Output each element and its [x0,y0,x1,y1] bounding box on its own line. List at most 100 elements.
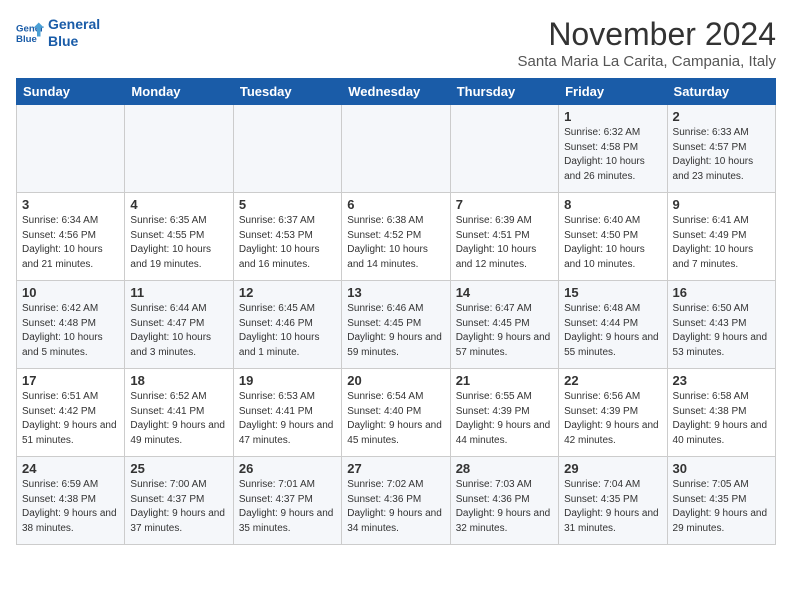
calendar-cell [342,105,450,193]
calendar-cell: 21Sunrise: 6:55 AM Sunset: 4:39 PM Dayli… [450,369,558,457]
day-number: 11 [130,285,227,300]
day-number: 15 [564,285,661,300]
calendar-cell: 8 Sunrise: 6:40 AM Sunset: 4:50 PM Daylig… [559,193,667,281]
day-info: Sunrise: 6:54 AM Sunset: 4:40 PM Dayligh… [347,390,444,448]
calendar-cell: 13 Sunrise: 6:46 AM Sunset: 4:45 PM Dayli… [342,281,450,369]
day-info: Sunrise: 6:53 AM Sunset: 4:41 PM Dayligh… [239,390,336,448]
calendar-cell: 29 Sunrise: 7:04 AM Sunset: 4:35 PM Dayli… [559,457,667,545]
weekday-header-sunday: Sunday [17,79,125,105]
logo-line2: Blue [48,33,78,49]
weekday-header-tuesday: Tuesday [233,79,341,105]
day-info: Sunrise: 6:48 AM Sunset: 4:44 PM Dayligh… [564,302,661,360]
day-number: 23 [673,373,770,388]
day-number: 8 [564,197,661,212]
day-info: Sunrise: 6:45 AM Sunset: 4:46 PM Dayligh… [239,302,336,360]
week-row-2: 10 Sunrise: 6:42 AM Sunset: 4:48 PM Dayli… [17,281,776,369]
calendar-cell: 25 Sunrise: 7:00 AM Sunset: 4:37 PM Dayli… [125,457,233,545]
logo-icon: General Blue [16,19,44,47]
calendar-cell: 16Sunrise: 6:50 AM Sunset: 4:43 PM Dayli… [667,281,775,369]
day-number: 22 [564,373,661,388]
day-number: 1 [564,109,661,124]
day-number: 28 [456,461,553,476]
day-info: Sunrise: 6:34 AM Sunset: 4:56 PM Dayligh… [22,214,119,272]
day-info: Sunrise: 6:33 AM Sunset: 4:57 PM Dayligh… [673,126,770,184]
calendar-cell [125,105,233,193]
day-info: Sunrise: 6:56 AM Sunset: 4:39 PM Dayligh… [564,390,661,448]
day-number: 24 [22,461,119,476]
day-info: Sunrise: 6:37 AM Sunset: 4:53 PM Dayligh… [239,214,336,272]
day-info: Sunrise: 6:41 AM Sunset: 4:49 PM Dayligh… [673,214,770,272]
calendar-cell: 3 Sunrise: 6:34 AM Sunset: 4:56 PM Daylig… [17,193,125,281]
calendar-cell: 24 Sunrise: 6:59 AM Sunset: 4:38 PM Dayli… [17,457,125,545]
calendar-cell [233,105,341,193]
calendar-cell: 20 Sunrise: 6:54 AM Sunset: 4:40 PM Dayli… [342,369,450,457]
day-info: Sunrise: 6:59 AM Sunset: 4:38 PM Dayligh… [22,478,119,536]
weekday-header-friday: Friday [559,79,667,105]
calendar-cell: 9Sunrise: 6:41 AM Sunset: 4:49 PM Daylig… [667,193,775,281]
day-number: 14 [456,285,553,300]
day-number: 19 [239,373,336,388]
day-info: Sunrise: 6:35 AM Sunset: 4:55 PM Dayligh… [130,214,227,272]
day-number: 26 [239,461,336,476]
weekday-header-row: SundayMondayTuesdayWednesdayThursdayFrid… [17,79,776,105]
day-number: 6 [347,197,444,212]
weekday-header-saturday: Saturday [667,79,775,105]
day-info: Sunrise: 6:46 AM Sunset: 4:45 PM Dayligh… [347,302,444,360]
day-number: 5 [239,197,336,212]
day-info: Sunrise: 6:40 AM Sunset: 4:50 PM Dayligh… [564,214,661,272]
calendar-cell: 12 Sunrise: 6:45 AM Sunset: 4:46 PM Dayli… [233,281,341,369]
logo: General Blue General Blue [16,16,100,50]
day-number: 30 [673,461,770,476]
day-info: Sunrise: 6:55 AM Sunset: 4:39 PM Dayligh… [456,390,553,448]
day-number: 3 [22,197,119,212]
day-info: Sunrise: 6:44 AM Sunset: 4:47 PM Dayligh… [130,302,227,360]
calendar-cell: 17Sunrise: 6:51 AM Sunset: 4:42 PM Dayli… [17,369,125,457]
day-info: Sunrise: 7:04 AM Sunset: 4:35 PM Dayligh… [564,478,661,536]
calendar-cell: 23 Sunrise: 6:58 AM Sunset: 4:38 PM Dayli… [667,369,775,457]
calendar-cell: 7Sunrise: 6:39 AM Sunset: 4:51 PM Daylig… [450,193,558,281]
calendar-cell: 2 Sunrise: 6:33 AM Sunset: 4:57 PM Daylig… [667,105,775,193]
day-info: Sunrise: 7:01 AM Sunset: 4:37 PM Dayligh… [239,478,336,536]
day-number: 29 [564,461,661,476]
day-number: 16 [673,285,770,300]
day-info: Sunrise: 7:02 AM Sunset: 4:36 PM Dayligh… [347,478,444,536]
week-row-1: 3 Sunrise: 6:34 AM Sunset: 4:56 PM Daylig… [17,193,776,281]
day-number: 2 [673,109,770,124]
calendar-cell: 19 Sunrise: 6:53 AM Sunset: 4:41 PM Dayli… [233,369,341,457]
day-number: 13 [347,285,444,300]
day-info: Sunrise: 6:47 AM Sunset: 4:45 PM Dayligh… [456,302,553,360]
day-number: 20 [347,373,444,388]
day-info: Sunrise: 6:58 AM Sunset: 4:38 PM Dayligh… [673,390,770,448]
title-area: November 2024 Santa Maria La Carita, Cam… [518,16,776,70]
day-info: Sunrise: 6:52 AM Sunset: 4:41 PM Dayligh… [130,390,227,448]
day-number: 25 [130,461,227,476]
week-row-4: 24 Sunrise: 6:59 AM Sunset: 4:38 PM Dayli… [17,457,776,545]
calendar-cell [17,105,125,193]
calendar-cell: 1 Sunrise: 6:32 AM Sunset: 4:58 PM Daylig… [559,105,667,193]
calendar-cell: 28Sunrise: 7:03 AM Sunset: 4:36 PM Dayli… [450,457,558,545]
day-info: Sunrise: 6:42 AM Sunset: 4:48 PM Dayligh… [22,302,119,360]
day-number: 4 [130,197,227,212]
calendar-cell: 14 Sunrise: 6:47 AM Sunset: 4:45 PM Dayli… [450,281,558,369]
day-info: Sunrise: 6:38 AM Sunset: 4:52 PM Dayligh… [347,214,444,272]
calendar-cell: 27 Sunrise: 7:02 AM Sunset: 4:36 PM Dayli… [342,457,450,545]
logo-line1: General [48,16,100,32]
calendar-cell: 15 Sunrise: 6:48 AM Sunset: 4:44 PM Dayli… [559,281,667,369]
calendar-cell: 22 Sunrise: 6:56 AM Sunset: 4:39 PM Dayli… [559,369,667,457]
weekday-header-wednesday: Wednesday [342,79,450,105]
day-number: 27 [347,461,444,476]
calendar-cell: 11 Sunrise: 6:44 AM Sunset: 4:47 PM Dayli… [125,281,233,369]
day-info: Sunrise: 7:00 AM Sunset: 4:37 PM Dayligh… [130,478,227,536]
calendar-cell: 30 Sunrise: 7:05 AM Sunset: 4:35 PM Dayli… [667,457,775,545]
calendar-cell [450,105,558,193]
day-number: 10 [22,285,119,300]
calendar-cell: 6 Sunrise: 6:38 AM Sunset: 4:52 PM Daylig… [342,193,450,281]
svg-text:Blue: Blue [16,34,37,45]
day-number: 17 [22,373,119,388]
day-info: Sunrise: 6:32 AM Sunset: 4:58 PM Dayligh… [564,126,661,184]
day-info: Sunrise: 7:05 AM Sunset: 4:35 PM Dayligh… [673,478,770,536]
page-header: General Blue General Blue November 2024 … [16,16,776,70]
day-number: 12 [239,285,336,300]
logo-text: General Blue [48,16,100,50]
week-row-0: 1 Sunrise: 6:32 AM Sunset: 4:58 PM Daylig… [17,105,776,193]
